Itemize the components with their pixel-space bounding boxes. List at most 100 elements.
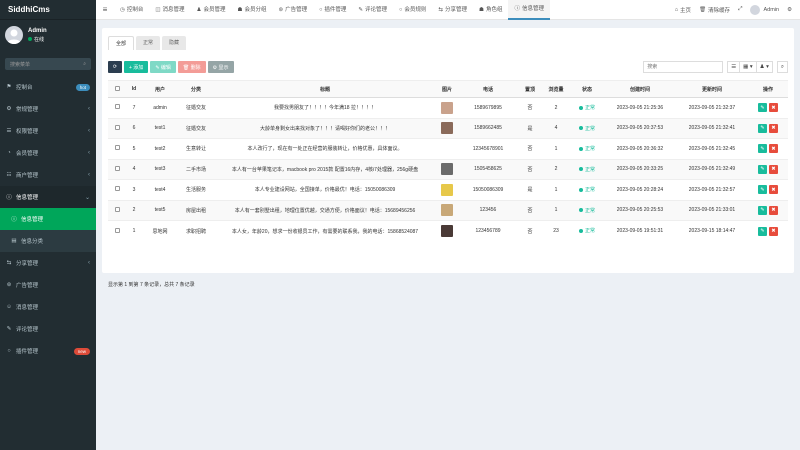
sidebar-item-general[interactable]: ⚙ 常规管理 ‹ <box>0 98 96 120</box>
row-delete-button[interactable]: ✖ <box>769 164 778 174</box>
table-row[interactable]: 6 test1 征婚交友 大龄单身剩女出来找对象了！！！请喝好你们的老公！！！ 1589… <box>108 117 788 139</box>
cell-top[interactable]: 否 <box>518 138 542 159</box>
row-delete-button[interactable]: ✖ <box>769 123 778 133</box>
table-row[interactable]: 1 思地网 求职招聘 本人女，年龄20，想求一份收银员工作，有需要的联系我，我的电话：… <box>108 220 788 241</box>
tab-member-groups[interactable]: ☗ 会员分组 <box>232 0 273 20</box>
tab-member-rules[interactable]: ○ 会员规则 <box>393 0 432 20</box>
menu-toggle-icon[interactable]: ≡ <box>96 5 114 14</box>
sidebar-subitem-info-category[interactable]: ▤ 信息分类 <box>0 230 96 252</box>
table-row[interactable]: 7 admin 征婚交友 我要找男朋友了！！！！今年满18 拉！！！！ 15896798… <box>108 97 788 118</box>
delete-button[interactable]: 🗑 删除 <box>177 61 206 73</box>
thumbnail-image[interactable] <box>441 183 453 196</box>
cell-top[interactable]: 是 <box>518 117 542 139</box>
row-checkbox-cell[interactable] <box>108 179 126 200</box>
header-id[interactable]: Id <box>126 80 142 98</box>
row-edit-button[interactable]: ✎ <box>758 123 767 133</box>
sidebar-subitem-info-manage[interactable]: ⓘ 信息管理 <box>0 208 96 230</box>
table-row[interactable]: 5 test2 生意转让 本人改行了，现在有一处正在经营的服装转让，价格优惠，具体面议… <box>108 138 788 159</box>
cell-top[interactable]: 否 <box>518 158 542 180</box>
row-checkbox[interactable] <box>114 104 120 110</box>
header-views[interactable]: 浏览量 <box>542 80 570 98</box>
table-search-input[interactable] <box>643 61 724 73</box>
sidebar-item-comments[interactable]: ✎ 评论管理 <box>0 318 96 340</box>
row-delete-button[interactable]: ✖ <box>769 185 778 195</box>
table-row[interactable]: 3 test4 生活服务 本人专业建设网站，全国接单，价格最优！电话：15050086… <box>108 179 788 200</box>
fullscreen-button[interactable]: ⤢ <box>738 6 742 13</box>
thumbnail-image[interactable] <box>441 225 453 237</box>
row-checkbox[interactable] <box>114 227 120 233</box>
settings-button[interactable]: ⚙ <box>787 7 792 13</box>
row-edit-button[interactable]: ✎ <box>758 226 767 236</box>
row-delete-button[interactable]: ✖ <box>769 103 778 113</box>
header-top[interactable]: 置顶 <box>518 80 542 98</box>
toggle-view-button[interactable]: ☰ <box>727 61 741 73</box>
filter-tab-normal[interactable]: 正常 <box>136 36 161 50</box>
sidebar-item-dashboard[interactable]: ⚑ 控制台 hot <box>0 76 96 98</box>
sidebar-item-plugins[interactable]: ○ 插件管理 new <box>0 340 96 362</box>
cell-top[interactable]: 否 <box>518 97 542 118</box>
header-title[interactable]: 标题 <box>214 80 436 98</box>
tab-messages[interactable]: ◫ 消息管理 <box>149 0 190 20</box>
sidebar-item-members[interactable]: ◔ 会员管理 ‹ <box>0 142 96 164</box>
row-checkbox-cell[interactable] <box>108 220 126 241</box>
row-edit-button[interactable]: ✎ <box>758 185 767 195</box>
tab-info[interactable]: ⓘ 信息管理 <box>508 0 550 20</box>
sidebar-item-merchants[interactable]: ☷ 商户管理 ‹ <box>0 164 96 186</box>
edit-button[interactable]: ✎ 编辑 <box>150 61 176 73</box>
header-status[interactable]: 状态 <box>570 80 604 98</box>
row-checkbox-cell[interactable] <box>108 138 126 159</box>
export-button[interactable]: ♟ ▾ <box>756 61 773 73</box>
row-checkbox[interactable] <box>114 206 120 212</box>
sidebar-item-info[interactable]: ⓘ 信息管理 ⌄ <box>0 186 96 208</box>
row-checkbox[interactable] <box>114 186 120 192</box>
header-image[interactable]: 图片 <box>436 80 458 98</box>
tab-share[interactable]: ⇆ 分享管理 <box>432 0 473 20</box>
sidebar-item-ads[interactable]: ⊚ 广告管理 <box>0 274 96 296</box>
row-delete-button[interactable]: ✖ <box>769 226 778 236</box>
tab-plugins[interactable]: ○ 插件管理 <box>313 0 352 20</box>
add-button[interactable]: + 添加 <box>124 61 149 73</box>
header-user[interactable]: 用户 <box>142 80 178 98</box>
row-delete-button[interactable]: ✖ <box>769 144 778 154</box>
tab-role-groups[interactable]: ☗ 角色组 <box>473 0 508 20</box>
select-all-checkbox[interactable] <box>114 85 120 91</box>
home-link[interactable]: ⌂ 主页 <box>675 6 691 14</box>
filter-tab-hidden[interactable]: 隐藏 <box>162 36 187 50</box>
thumbnail-image[interactable] <box>441 204 453 217</box>
row-checkbox-cell[interactable] <box>108 158 126 180</box>
row-checkbox[interactable] <box>114 124 120 130</box>
row-edit-button[interactable]: ✎ <box>758 164 767 174</box>
tab-members[interactable]: ♟ 会员管理 <box>191 0 232 20</box>
table-row[interactable]: 2 test5 房屋出租 本人有一套别墅出租，地理位置优越，交通方便，价格面议！电话：… <box>108 199 788 221</box>
sidebar-item-permissions[interactable]: ☰ 权限管理 ‹ <box>0 120 96 142</box>
cell-top[interactable]: 否 <box>518 220 542 241</box>
row-edit-button[interactable]: ✎ <box>758 144 767 154</box>
filter-tab-all[interactable]: 全部 <box>108 36 135 50</box>
thumbnail-image[interactable] <box>441 101 453 114</box>
row-delete-button[interactable]: ✖ <box>769 205 778 215</box>
row-edit-button[interactable]: ✎ <box>758 205 767 215</box>
header-created[interactable]: 创建时间 <box>604 80 676 98</box>
sidebar-item-share[interactable]: ⇆ 分享管理 ‹ <box>0 252 96 274</box>
tab-comments[interactable]: ✎ 评论管理 <box>352 0 393 20</box>
header-phone[interactable]: 电话 <box>458 80 518 98</box>
thumbnail-image[interactable] <box>441 163 453 176</box>
clear-cache-button[interactable]: 🗑 清除缓存 <box>699 6 730 14</box>
row-checkbox[interactable] <box>114 165 120 171</box>
header-category[interactable]: 分类 <box>178 80 214 98</box>
thumbnail-image[interactable] <box>441 143 453 155</box>
row-edit-button[interactable]: ✎ <box>758 103 767 113</box>
row-checkbox[interactable] <box>114 145 120 151</box>
table-row[interactable]: 4 test3 二手市场 本人有一台苹果笔记本，macbook pro 2015款 配… <box>108 158 788 180</box>
sidebar-search-input[interactable]: 搜索菜单 ⌕ <box>5 58 91 70</box>
columns-button[interactable]: ▦ ▾ <box>740 61 757 73</box>
sidebar-item-messages[interactable]: ☺ 消息管理 <box>0 296 96 318</box>
admin-menu[interactable]: Admin <box>750 4 779 15</box>
refresh-button[interactable]: ⟳ <box>108 61 122 73</box>
tab-ads[interactable]: ⊚ 广告管理 <box>272 0 313 20</box>
advanced-search-button[interactable]: ⌕ <box>776 61 788 73</box>
row-checkbox-cell[interactable] <box>108 199 126 221</box>
header-updated[interactable]: 更新时间 <box>676 80 748 98</box>
brand-logo[interactable]: SiddhiCms <box>0 0 96 20</box>
cell-top[interactable]: 否 <box>518 199 542 221</box>
